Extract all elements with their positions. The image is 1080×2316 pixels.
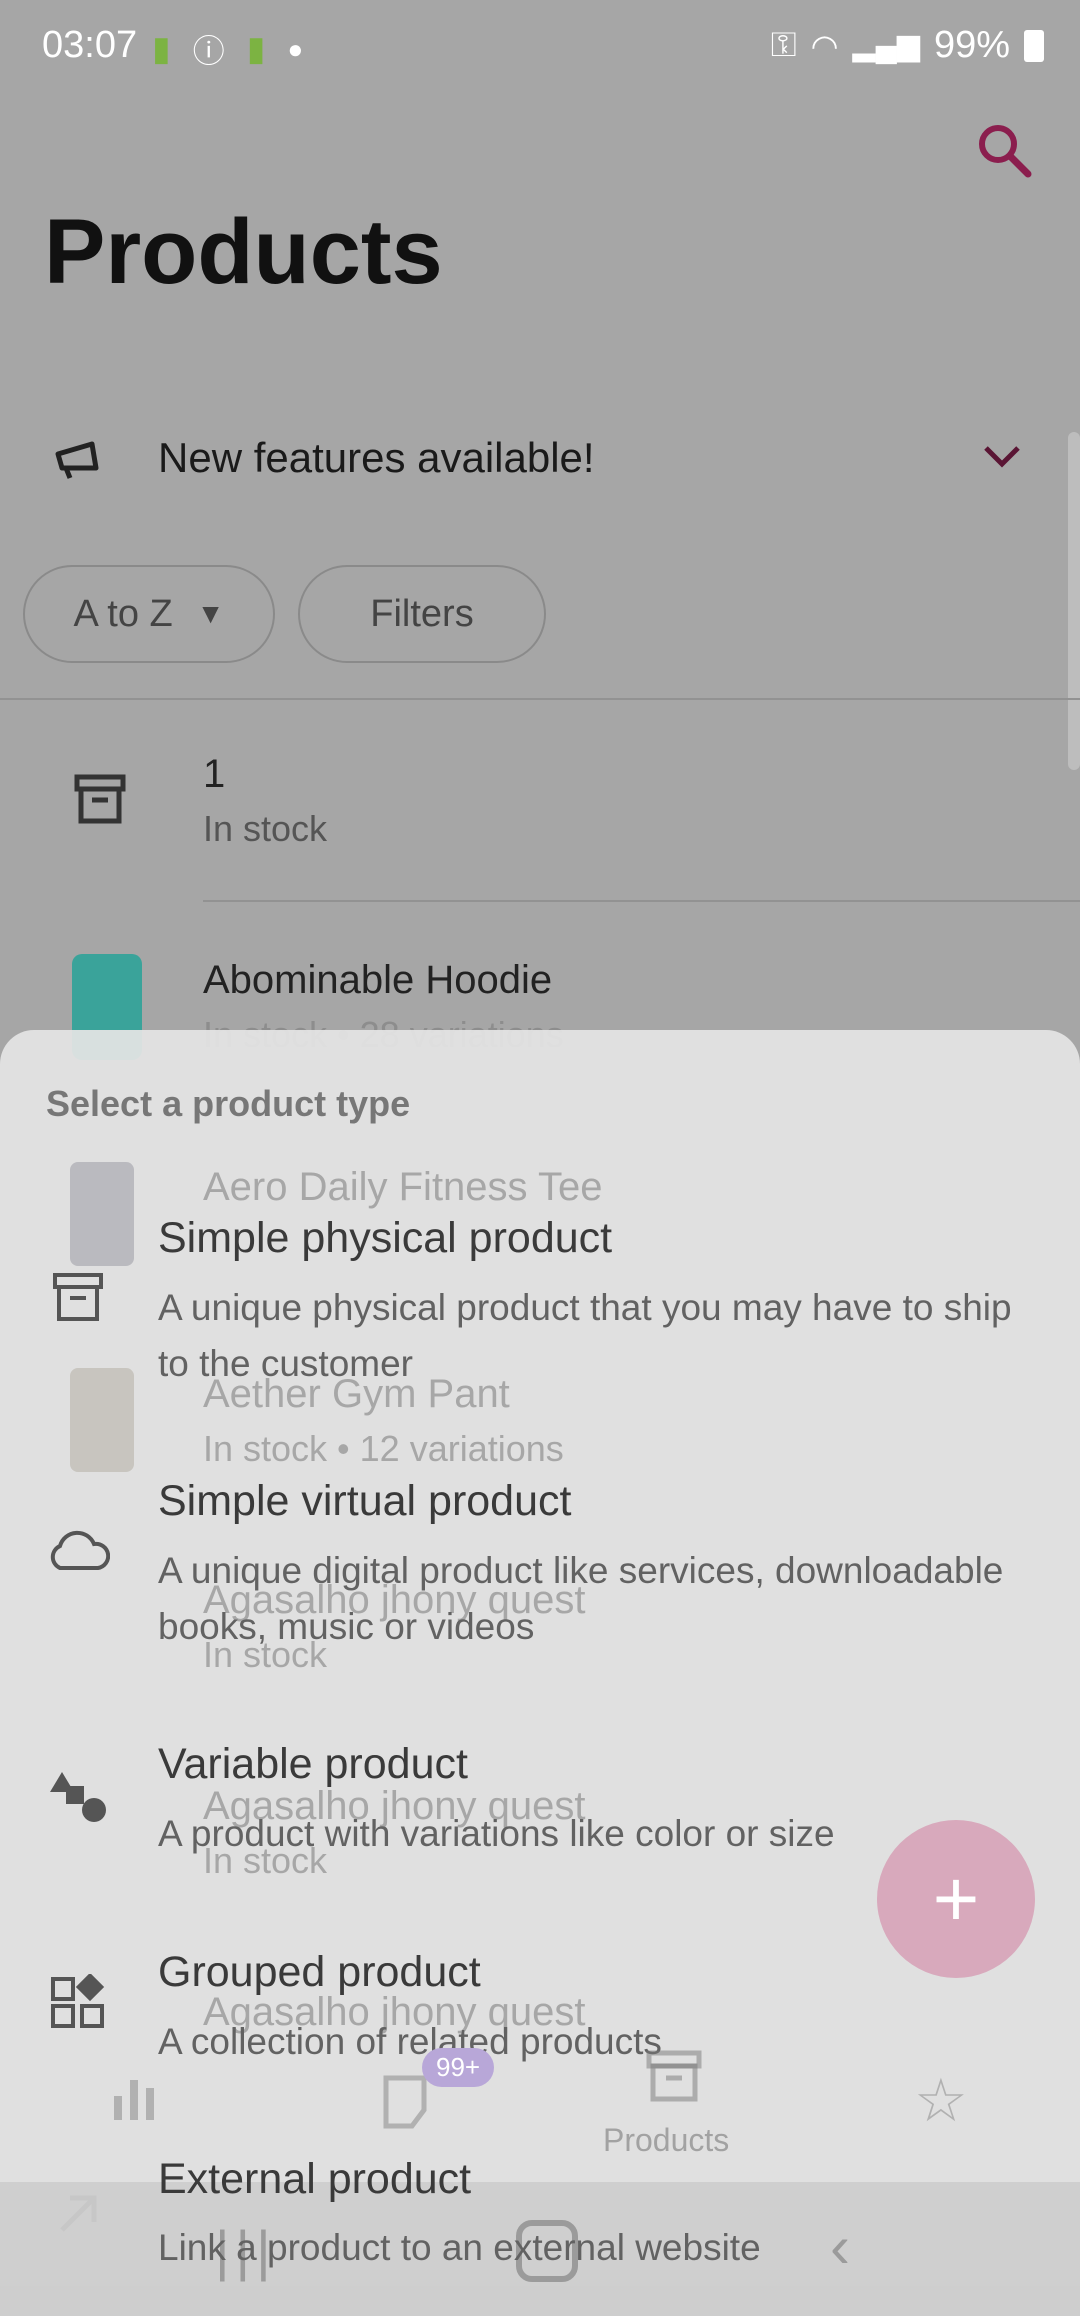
- search-icon[interactable]: [974, 120, 1034, 180]
- product-meta: In stock: [203, 808, 328, 849]
- products-nav-icon[interactable]: [646, 2050, 702, 2102]
- cloud-icon: [50, 1530, 110, 1570]
- android-icon: ▮: [152, 30, 171, 68]
- shapes-icon: [50, 1772, 106, 1822]
- signal-icon: ▂▄▆: [852, 29, 920, 62]
- android-icon: ▮: [246, 30, 266, 68]
- sort-label: A to Z: [73, 592, 173, 635]
- stats-icon[interactable]: [108, 2074, 160, 2124]
- option-title: Variable product: [158, 1740, 468, 1788]
- status-right-icons: ⚿ ◠ ▂▄▆ 99%: [771, 24, 1044, 67]
- product-name: Abominable Hoodie: [203, 958, 553, 1002]
- key-icon: ⚿: [770, 26, 797, 64]
- option-title: Grouped product: [158, 1948, 481, 1996]
- option-description: Link a product to an external website: [158, 2227, 761, 2268]
- banner-text: New features available!: [158, 434, 595, 481]
- option-title: Simple virtual product: [158, 1477, 572, 1525]
- plus-icon: +: [932, 1854, 980, 1943]
- product-name: 1: [203, 752, 226, 796]
- option-title: External product: [158, 2155, 472, 2203]
- divider: [203, 900, 1080, 902]
- option-description: A unique digital product like services, …: [158, 1550, 1004, 1647]
- status-bar: 03:07 ▮ ⓘ ▮ ● ⚿ ◠ ▂▄▆ 99%: [0, 0, 1080, 92]
- wifi-icon: ◠: [810, 27, 839, 64]
- info-icon: ⓘ: [192, 33, 225, 69]
- battery-text: 99%: [933, 24, 1010, 66]
- option-description: A unique physical product that you may h…: [158, 1287, 1012, 1384]
- filters-label: Filters: [370, 592, 474, 635]
- chevron-down-icon[interactable]: [982, 442, 1022, 472]
- dot-icon: ●: [287, 33, 304, 64]
- battery-icon: [1024, 29, 1044, 62]
- divider: [0, 698, 1080, 700]
- archive-box-icon: [53, 1273, 103, 1321]
- archive-box-icon: [74, 774, 126, 824]
- sheet-heading: Select a product type: [46, 1083, 411, 1124]
- orders-badge: 99+: [422, 2048, 495, 2087]
- option-title: Simple physical product: [158, 1214, 613, 1262]
- dropdown-arrow-icon: ▼: [196, 598, 225, 629]
- megaphone-icon: [55, 441, 99, 479]
- status-left-icons: ▮ ⓘ ▮ ●: [152, 26, 303, 72]
- page-title: Products: [44, 201, 443, 303]
- filters-button[interactable]: Filters: [298, 565, 546, 663]
- star-icon[interactable]: ☆: [914, 2066, 968, 2136]
- add-product-button[interactable]: +: [877, 1820, 1035, 1978]
- status-time: 03:07: [42, 24, 138, 66]
- orders-icon[interactable]: [380, 2074, 430, 2130]
- list-item[interactable]: 1 In stock: [0, 720, 1080, 910]
- sort-button[interactable]: A to Z ▼: [23, 565, 275, 663]
